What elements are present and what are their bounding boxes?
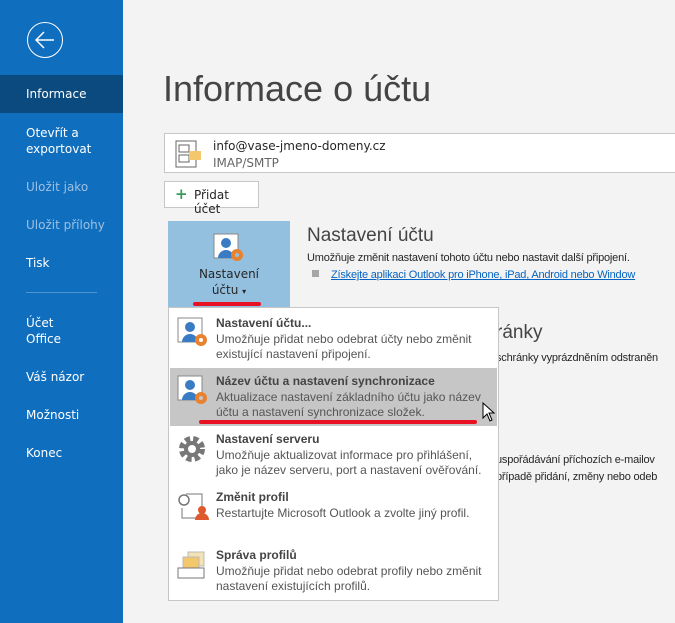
sidebar-item-exit[interactable]: Konec [0, 445, 123, 461]
account-sync-icon [177, 375, 207, 404]
menu-item-description: Umožňuje přidat nebo odebrat profily neb… [216, 564, 482, 593]
add-account-button[interactable]: + Přidat účet [164, 181, 259, 216]
account-settings-icon [177, 317, 207, 346]
account-settings-icon [213, 233, 243, 261]
sidebar: Informace Otevřít a exportovat Uložit ja… [0, 0, 123, 623]
arrow-left-icon [35, 31, 54, 49]
menu-item-server-settings[interactable]: Nastavení serveru Umožňuje aktualizovat … [170, 426, 497, 484]
menu-item-title: Nastavení serveru [216, 432, 320, 446]
menu-item-manage-profiles[interactable]: Správa profilů Umožňuje přidat nebo odeb… [170, 542, 497, 600]
section-description: případě přidání, změny nebo odeb [496, 471, 658, 483]
plus-icon: + [175, 185, 188, 203]
menu-item-title: Správa profilů [216, 548, 297, 562]
section-heading: ránky [496, 322, 543, 343]
menu-item-description: Umožňuje aktualizovat informace pro přih… [216, 448, 482, 477]
section-description: Umožňuje změnit nastavení tohoto účtu ne… [307, 252, 630, 264]
menu-item-change-profile[interactable]: Změnit profil Restartujte Microsoft Outl… [170, 484, 497, 542]
sidebar-item-print[interactable]: Tisk [0, 255, 123, 271]
menu-item-account-settings[interactable]: Nastavení účtu... Umožňuje přidat nebo o… [170, 310, 497, 368]
menu-item-title: Změnit profil [216, 490, 289, 504]
sidebar-item-open-export[interactable]: Otevřít a exportovat [0, 125, 123, 157]
change-profile-icon [178, 493, 209, 520]
annotation-underline [199, 420, 477, 424]
menu-item-account-name-sync[interactable]: Název účtu a nastavení synchronizace Akt… [170, 368, 497, 426]
account-selector[interactable]: info@vase-jmeno-domeny.cz IMAP/SMTP [164, 133, 675, 173]
account-type: IMAP/SMTP [213, 156, 279, 170]
sidebar-item-informace[interactable]: Informace [0, 75, 123, 113]
menu-item-description: Restartujte Microsoft Outlook a zvolte j… [216, 506, 470, 520]
manage-profiles-icon [177, 551, 205, 579]
mouse-cursor-icon [482, 402, 496, 422]
menu-item-description: Umožňuje přidat nebo odebrat účty nebo z… [216, 332, 472, 361]
menu-item-title: Nastavení účtu... [216, 316, 312, 330]
menu-item-title: Název účtu a nastavení synchronizace [216, 374, 435, 388]
sidebar-item-save-attachments[interactable]: Uložit přílohy [0, 217, 123, 233]
add-account-label: Přidat účet [194, 188, 229, 216]
section-description: uspořádávání příchozích e-mailov [496, 454, 655, 466]
outlook-mobile-link[interactable]: Získejte aplikaci Outlook pro iPhone, iP… [331, 268, 675, 283]
sidebar-item-options[interactable]: Možnosti [0, 407, 123, 423]
sidebar-item-save-as[interactable]: Uložit jako [0, 179, 123, 195]
section-description: schránky vyprázdněním odstraněn [496, 352, 658, 364]
back-button[interactable] [27, 22, 63, 58]
sidebar-item-label: Účet Office [26, 316, 62, 346]
button-label: Nastavení [198, 267, 260, 281]
button-label: účtu [211, 283, 239, 297]
mailbox-icon [175, 140, 201, 168]
bullet [312, 270, 319, 277]
chevron-down-icon: ▾ [242, 287, 247, 296]
gear-icon [179, 436, 205, 462]
account-settings-dropdown: Nastavení účtu... Umožňuje přidat nebo o… [168, 307, 499, 601]
sidebar-item-feedback[interactable]: Váš názor [0, 369, 123, 385]
account-email: info@vase-jmeno-domeny.cz [213, 139, 386, 153]
menu-item-description: Aktualizace nastavení základního účtu ja… [216, 390, 481, 419]
account-settings-button[interactable]: Nastavení účtu ▾ [168, 221, 290, 307]
page-title: Informace o účtu [163, 68, 432, 109]
sidebar-item-label: Otevřít a exportovat [26, 126, 92, 156]
divider [26, 292, 97, 293]
section-heading: Nastavení účtu [307, 225, 434, 246]
sidebar-item-office-account[interactable]: Účet Office [0, 315, 123, 347]
annotation-underline [193, 302, 261, 306]
